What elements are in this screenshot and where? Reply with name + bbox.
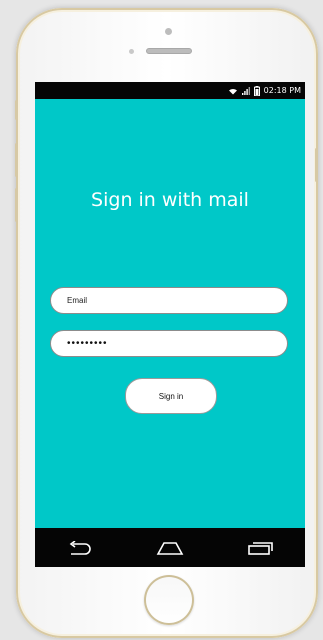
volume-down-button (15, 188, 18, 222)
home-button[interactable] (144, 575, 194, 625)
signal-icon (241, 86, 250, 95)
mute-switch (15, 100, 18, 120)
wifi-icon (228, 87, 238, 95)
sign-in-label: Sign in (158, 391, 184, 401)
app-screen: 02:18 PM Sign in with mail ••••••••• Sig… (35, 82, 305, 567)
front-camera (129, 49, 134, 54)
sign-in-button[interactable]: Sign in (125, 378, 217, 414)
home-nav-icon[interactable] (150, 533, 190, 563)
password-value: ••••••••• (67, 338, 108, 349)
earpiece-speaker (146, 48, 192, 54)
email-field[interactable] (50, 287, 288, 314)
status-time: 02:18 PM (263, 86, 301, 95)
password-field[interactable]: ••••••••• (50, 330, 288, 357)
page-title: Sign in with mail (91, 189, 249, 211)
proximity-sensor (165, 28, 172, 35)
volume-up-button (15, 143, 18, 177)
android-nav-bar (35, 528, 305, 567)
recent-apps-icon[interactable] (240, 533, 280, 563)
back-icon[interactable] (60, 533, 100, 563)
status-bar: 02:18 PM (35, 82, 305, 99)
power-button (315, 148, 318, 182)
battery-icon (253, 85, 260, 96)
